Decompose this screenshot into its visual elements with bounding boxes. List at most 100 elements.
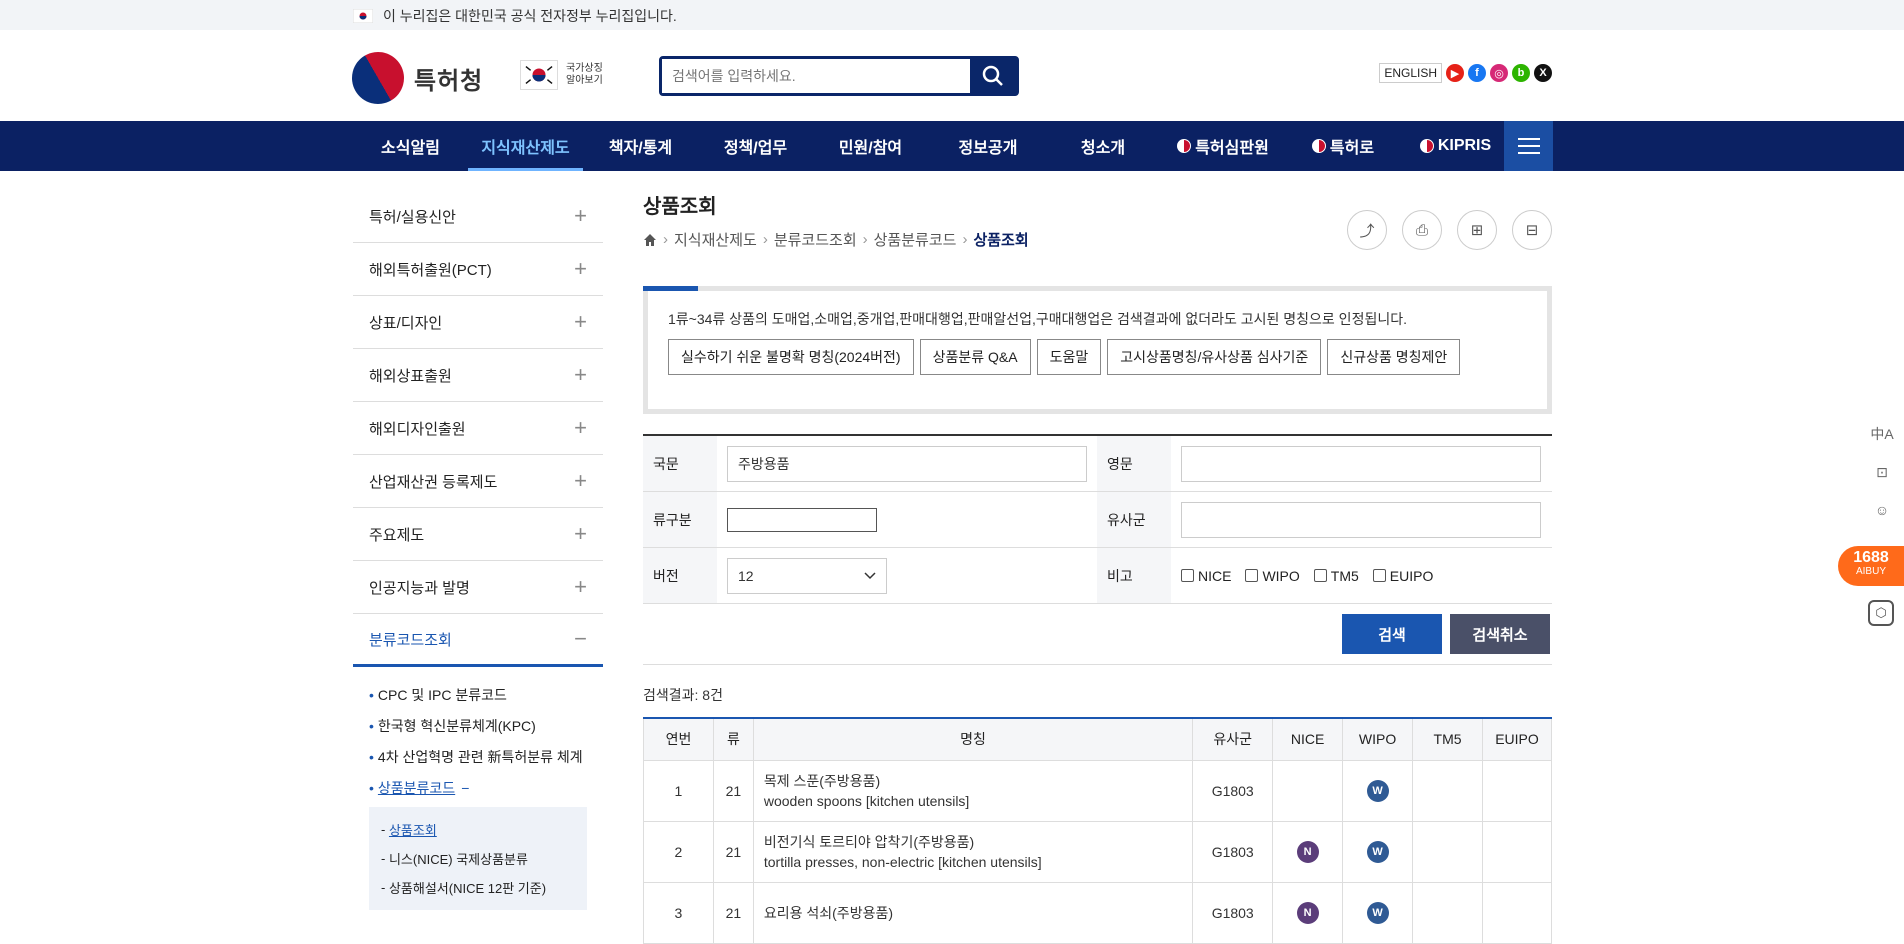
- lnb-item-classification[interactable]: 분류코드조회 −: [353, 614, 603, 667]
- table-row[interactable]: 2 21 비전기식 토르티야 압착기(주방용품) tortilla presses…: [643, 820, 1553, 883]
- unclear-names-button[interactable]: 실수하기 쉬운 불명확 명칭(2024버전): [668, 339, 914, 375]
- search-form: 국문 주방용품 영문 류구분 유사군 버전 12 비고 NICE WIPO TM…: [643, 434, 1552, 665]
- header: 특허청 국가상징 알아보기 ENGLISH ▶ f ◎ b X: [0, 30, 1904, 121]
- translate-icon[interactable]: 中A: [1860, 415, 1904, 453]
- table-row[interactable]: 3 21 요리용 석쇠(주방용품) G1803 N W: [643, 881, 1553, 944]
- instagram-icon[interactable]: ◎: [1490, 64, 1508, 82]
- col-no[interactable]: 연번: [643, 717, 714, 761]
- nav-news[interactable]: 소식알림: [353, 121, 468, 171]
- settings-icon[interactable]: ⬡: [1868, 600, 1894, 626]
- notice-text: 1류~34류 상품의 도매업,소매업,중개업,판매대행업,판매알선업,구매대행업…: [668, 311, 1407, 327]
- hamburger-menu-icon[interactable]: [1504, 121, 1553, 171]
- search-bar: [659, 56, 1019, 96]
- kipo-mini-icon: [1311, 139, 1326, 153]
- lnb-item-patent[interactable]: 특허/실용신안 +: [353, 190, 603, 243]
- ai-assistant-icon[interactable]: ☺: [1860, 491, 1904, 529]
- plus-icon: +: [574, 415, 587, 440]
- nav-civil[interactable]: 민원/참여: [813, 121, 928, 171]
- new-name-proposal-button[interactable]: 신규상품 명칭제안: [1327, 339, 1461, 375]
- aibuy-button[interactable]: 1688 AIBUY: [1838, 546, 1904, 586]
- utility-links: ENGLISH ▶ f ◎ b X: [1379, 63, 1552, 83]
- search-submit-button[interactable]: 검색: [1342, 614, 1442, 654]
- search-cancel-button[interactable]: 검색취소: [1450, 614, 1550, 654]
- zoom-out-icon[interactable]: ⊟: [1512, 210, 1552, 250]
- result-count: 검색결과: 8건: [643, 687, 723, 703]
- english-link[interactable]: ENGLISH: [1379, 63, 1442, 83]
- national-symbol-link[interactable]: 국가상징 알아보기: [520, 60, 603, 90]
- nav-ipt[interactable]: 특허심판원: [1158, 121, 1288, 171]
- screen-search-icon[interactable]: ⊡: [1860, 453, 1904, 491]
- euipo-checkbox[interactable]: EUIPO: [1372, 568, 1433, 584]
- breadcrumb-item[interactable]: 상품분류코드: [874, 229, 957, 250]
- korean-name-input[interactable]: 주방용품: [727, 445, 1087, 482]
- lnb-item-registration[interactable]: 산업재산권 등록제도 +: [353, 455, 603, 508]
- col-similar[interactable]: 유사군: [1192, 717, 1274, 761]
- version-select[interactable]: 12: [727, 557, 887, 594]
- lnb-item-major[interactable]: 주요제도 +: [353, 508, 603, 561]
- nav-ip-system[interactable]: 지식재산제도: [468, 121, 583, 171]
- help-button[interactable]: 도움말: [1036, 339, 1102, 375]
- wipo-badge: W: [1366, 840, 1389, 863]
- wipo-badge: W: [1366, 901, 1389, 924]
- korea-flag-icon: [353, 9, 373, 23]
- nav-publications[interactable]: 책자/통계: [583, 121, 698, 171]
- logo-text: 특허청: [414, 67, 484, 95]
- col-wipo[interactable]: WIPO: [1342, 717, 1414, 761]
- nav-patentro[interactable]: 특허로: [1288, 121, 1398, 171]
- lnb-sub-cpc[interactable]: • CPC 및 IPC 분류코드: [369, 679, 587, 710]
- plus-icon: +: [574, 309, 587, 334]
- search-input[interactable]: [662, 59, 970, 93]
- lnb-item-pct[interactable]: 해외특허출원(PCT) +: [353, 243, 603, 296]
- main-navigation: 소식알림 지식재산제도 책자/통계 정책/업무 민원/참여 정보공개 청소개 특…: [0, 121, 1904, 171]
- lnb-sub-goods[interactable]: • 상품분류코드 −: [369, 772, 587, 803]
- lnb-sub2-search[interactable]: - 상품조회: [381, 815, 575, 844]
- english-name-input[interactable]: [1181, 445, 1541, 482]
- col-class[interactable]: 류: [712, 717, 754, 761]
- facebook-icon[interactable]: f: [1468, 64, 1486, 82]
- nice-checkbox[interactable]: NICE: [1181, 568, 1231, 584]
- plus-icon: +: [574, 362, 587, 387]
- nav-policy[interactable]: 정책/업무: [698, 121, 813, 171]
- plus-icon: +: [574, 256, 587, 281]
- nav-disclosure[interactable]: 정보공개: [928, 121, 1048, 171]
- breadcrumb-item[interactable]: 분류코드조회: [774, 229, 857, 250]
- tm5-checkbox[interactable]: TM5: [1313, 568, 1359, 584]
- lnb-sub-4ir[interactable]: • 4차 산업혁명 관련 新특허분류 체계: [369, 741, 587, 772]
- x-icon[interactable]: X: [1534, 64, 1552, 82]
- col-tm5[interactable]: TM5: [1412, 717, 1483, 761]
- col-name[interactable]: 명칭: [752, 717, 1194, 761]
- page-tools: ⤴ ⎙ ⊞ ⊟: [1347, 210, 1552, 250]
- print-icon[interactable]: ⎙: [1402, 210, 1442, 250]
- home-icon[interactable]: [643, 233, 657, 247]
- wipo-checkbox[interactable]: WIPO: [1245, 568, 1300, 584]
- lnb-item-ai[interactable]: 인공지능과 발명 +: [353, 561, 603, 614]
- lnb-item-overseas-trademark[interactable]: 해외상표출원 +: [353, 349, 603, 402]
- lnb-item-trademark[interactable]: 상표/디자인 +: [353, 296, 603, 349]
- exam-criteria-button[interactable]: 고시상품명칭/유사상품 심사기준: [1107, 339, 1322, 375]
- blog-icon[interactable]: b: [1512, 64, 1530, 82]
- col-nice[interactable]: NICE: [1272, 717, 1344, 761]
- similar-group-input[interactable]: [1181, 501, 1541, 538]
- nav-about[interactable]: 청소개: [1048, 121, 1158, 171]
- class-input[interactable]: [727, 507, 877, 532]
- lnb-item-overseas-design[interactable]: 해외디자인출원 +: [353, 402, 603, 455]
- search-button[interactable]: [970, 59, 1016, 93]
- lnb-sub-kpc[interactable]: • 한국형 혁신분류체계(KPC): [369, 710, 587, 741]
- nav-kipris[interactable]: KIPRIS: [1398, 121, 1513, 171]
- kipo-logo[interactable]: 특허청: [342, 42, 484, 114]
- col-euipo[interactable]: EUIPO: [1481, 717, 1553, 761]
- label-english: 영문: [1097, 436, 1171, 491]
- share-icon[interactable]: ⤴: [1347, 210, 1387, 250]
- lnb-submenu: • CPC 및 IPC 분류코드 • 한국형 혁신분류체계(KPC) • 4차 산업혁…: [353, 667, 603, 803]
- youtube-icon[interactable]: ▶: [1446, 64, 1464, 82]
- qna-button[interactable]: 상품분류 Q&A: [919, 339, 1031, 375]
- label-korean: 국문: [643, 436, 717, 491]
- table-row[interactable]: 1 21 목제 스푼(주방용품) wooden spoons [kitchen u…: [643, 759, 1553, 822]
- gov-banner-text: 이 누리집은 대한민국 공식 전자정부 누리집입니다.: [383, 8, 677, 24]
- zoom-in-icon[interactable]: ⊞: [1457, 210, 1497, 250]
- floating-tools: 中A ⊡ ☺: [1860, 415, 1904, 529]
- symbol-text-1: 국가상징: [566, 63, 603, 74]
- breadcrumb-item[interactable]: 지식재산제도: [674, 229, 757, 250]
- lnb-sub2-manual[interactable]: - 상품해설서(NICE 12판 기준): [381, 873, 575, 902]
- lnb-sub2-nice[interactable]: - 니스(NICE) 국제상품분류: [381, 844, 575, 873]
